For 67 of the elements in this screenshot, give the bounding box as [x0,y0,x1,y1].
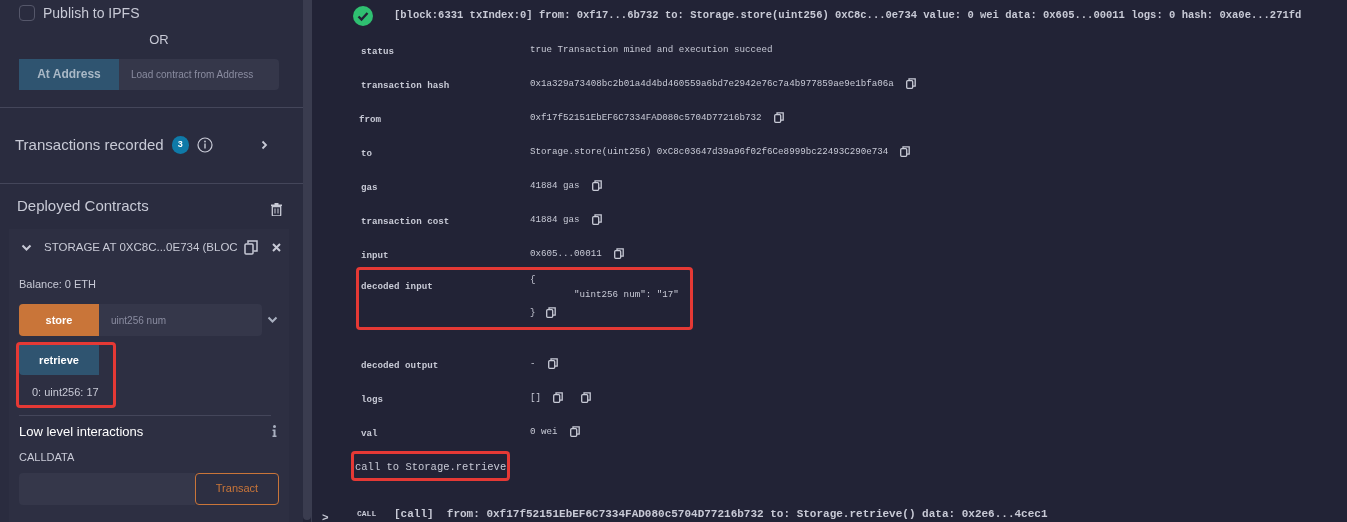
field-value: 41884 gas [530,178,580,193]
count-badge: 3 [171,136,189,154]
field-label: val [361,427,378,439]
call-summary[interactable]: [call] from: 0xf17f52151EbEF6C7334FAD080c5704D77216b732 to: Storage.retrieve() data: 0x2e6...4cec1 [394,505,1048,522]
field-value: 0x1a329a73408bc2b01a4d4bd460559a6bd7e2942e76c7a4b977859ae9e1bfa06a [530,76,894,91]
copy-icon[interactable] [591,180,602,191]
info-icon[interactable] [272,425,277,438]
field-label: logs [361,393,384,405]
field-value: 41884 gas [530,212,580,227]
field-label: gas [361,181,378,193]
address-field[interactable]: Load contract from Address [119,58,279,90]
field-value: - [530,356,536,371]
copy-icon[interactable] [613,248,624,259]
field-label: decoded output [361,359,439,371]
json-brace: } [530,306,536,320]
field-label: to [361,147,373,159]
calldata-field[interactable] [19,472,195,505]
transact-button[interactable]: Transact [195,472,279,505]
contract-title: STORAGE AT 0XC8C...0E734 (BLOC [44,239,238,255]
copy-icon[interactable] [545,307,556,319]
field-label: status [361,45,395,57]
calldata-label: CALLDATA [18,450,76,465]
chevron-down-icon[interactable] [267,316,278,324]
copy-icon[interactable] [547,358,558,369]
section-title: Deployed Contracts [17,195,149,216]
copy-icon[interactable] [591,214,602,225]
json-entry: "uint256 num": "17" [573,288,679,303]
copy-icon[interactable] [553,392,564,403]
success-check-icon [353,6,373,27]
copy-icon[interactable] [569,426,580,437]
field-value: 0x605...00011 [530,246,602,261]
argument-field[interactable]: uint256 num [99,304,262,336]
copy-icon[interactable] [773,112,784,123]
section-title: Low level interactions [19,422,144,441]
field-label: decoded input [361,280,433,292]
trash-icon[interactable] [271,202,282,216]
field-label: transaction hash [361,79,450,91]
scrollbar[interactable] [303,0,311,520]
field-value: Storage.store(uint256) 0xC8c03647d39a96f02f6Ce8999bc22493C290e734 [530,144,889,159]
balance-text: Balance: 0 ETH [18,276,98,292]
copy-icon[interactable] [581,392,592,403]
copy-icon[interactable] [905,78,916,89]
field-label: transaction cost [361,215,450,227]
call-label: CALL [357,507,378,520]
copy-icon[interactable] [900,146,911,157]
transaction-summary[interactable]: [block:6331 txIndex:0] from: 0xf17...6b732 to: Storage.store(uint256) 0xC8c...0e734 value: 0 wei data: 0x605...00011 logs: 0 hash: 0xa0e...271fd [394,8,1302,25]
console-prompt: > [322,511,329,522]
chevron-right-icon[interactable] [260,140,268,150]
function-button[interactable]: retrieve [19,345,99,375]
or-label: OR [148,31,169,49]
copy-icon[interactable] [243,240,258,255]
section-title[interactable]: Transactions recorded [15,133,164,157]
at-address-button[interactable]: At Address [19,58,119,90]
close-icon[interactable] [271,243,281,252]
chevron-icon[interactable] [21,243,32,252]
field-value: true Transaction mined and execution succeed [530,42,773,57]
call-note: call to Storage.retrieve [355,460,507,473]
field-value: 0 wei [530,424,558,439]
field-value: [] [530,390,542,405]
field-value: 0xf17f52151EbEF6C7334FAD080c5704D77216b732 [530,110,762,125]
info-icon[interactable] [196,137,213,153]
function-output: 0: uint256: 17 [31,385,100,400]
json-brace: { [530,272,537,287]
field-label: from [359,113,382,125]
checkbox-label: Publish to IPFS [43,3,140,23]
checkbox[interactable] [19,5,35,21]
field-label: input [361,249,389,261]
